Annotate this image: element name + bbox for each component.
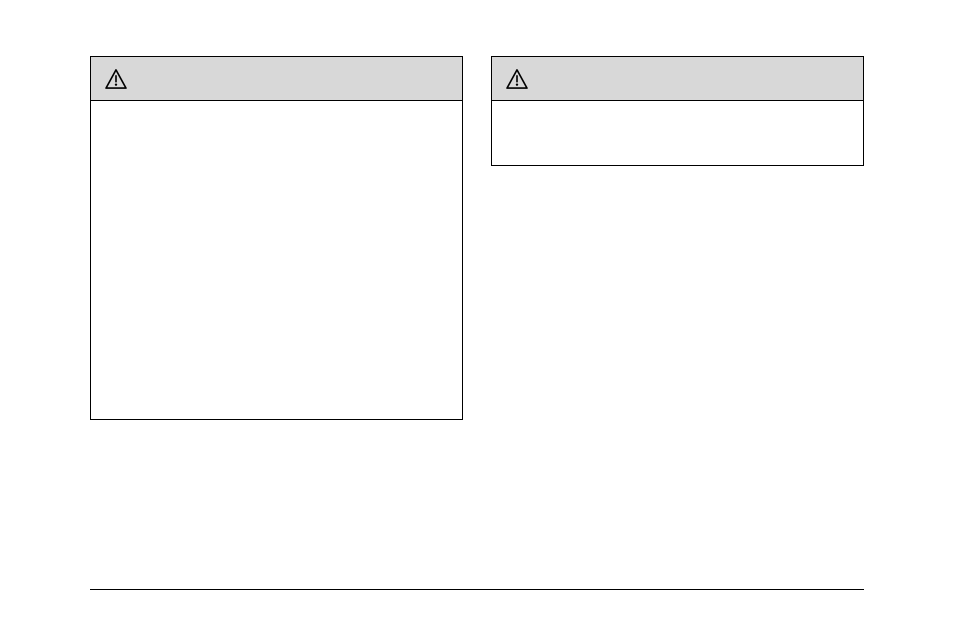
- warning-icon: [105, 69, 127, 89]
- page-footer-rule: [90, 589, 864, 590]
- right-column: [491, 56, 864, 420]
- content-columns: [0, 0, 954, 420]
- warning-body-left: [91, 101, 462, 419]
- warning-icon: [506, 69, 528, 89]
- left-column: [90, 56, 463, 420]
- warning-header-right: [492, 57, 863, 101]
- warning-body-right: [492, 101, 863, 165]
- warning-header-left: [91, 57, 462, 101]
- warning-box-left: [90, 56, 463, 420]
- warning-box-right: [491, 56, 864, 166]
